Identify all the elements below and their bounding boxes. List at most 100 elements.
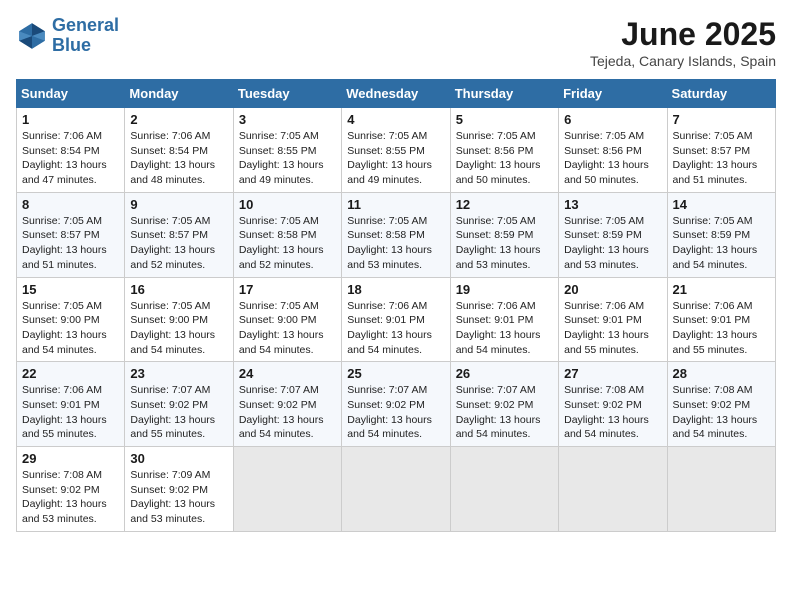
calendar-cell: 9 Sunrise: 7:05 AMSunset: 8:57 PMDaylight… bbox=[125, 192, 233, 277]
day-header-sunday: Sunday bbox=[17, 80, 125, 108]
calendar-cell: 12 Sunrise: 7:05 AMSunset: 8:59 PMDayligh… bbox=[450, 192, 558, 277]
day-header-wednesday: Wednesday bbox=[342, 80, 450, 108]
day-number: 12 bbox=[456, 197, 553, 212]
calendar-week-5: 29Sunrise: 7:08 AMSunset: 9:02 PMDayligh… bbox=[17, 447, 776, 532]
day-number: 27 bbox=[564, 366, 661, 381]
month-title: June 2025 bbox=[590, 16, 776, 53]
calendar-cell: 3 Sunrise: 7:05 AMSunset: 8:55 PMDaylight… bbox=[233, 108, 341, 193]
day-info: Sunrise: 7:05 AMSunset: 8:58 PMDaylight:… bbox=[347, 214, 444, 273]
day-number: 7 bbox=[673, 112, 770, 127]
day-number: 3 bbox=[239, 112, 336, 127]
day-header-tuesday: Tuesday bbox=[233, 80, 341, 108]
day-number: 19 bbox=[456, 282, 553, 297]
calendar-cell: 18 Sunrise: 7:06 AMSunset: 9:01 PMDayligh… bbox=[342, 277, 450, 362]
calendar-week-1: 1 Sunrise: 7:06 AMSunset: 8:54 PMDaylight… bbox=[17, 108, 776, 193]
calendar-cell bbox=[233, 447, 341, 532]
calendar-cell: 13 Sunrise: 7:05 AMSunset: 8:59 PMDayligh… bbox=[559, 192, 667, 277]
calendar-cell: 7 Sunrise: 7:05 AMSunset: 8:57 PMDaylight… bbox=[667, 108, 775, 193]
day-number: 22 bbox=[22, 366, 119, 381]
day-number: 25 bbox=[347, 366, 444, 381]
calendar-cell: 17Sunrise: 7:05 AMSunset: 9:00 PMDayligh… bbox=[233, 277, 341, 362]
calendar-cell: 10Sunrise: 7:05 AMSunset: 8:58 PMDayligh… bbox=[233, 192, 341, 277]
day-info: Sunrise: 7:06 AMSunset: 9:01 PMDaylight:… bbox=[456, 299, 553, 358]
day-number: 1 bbox=[22, 112, 119, 127]
calendar-cell: 26 Sunrise: 7:07 AMSunset: 9:02 PMDayligh… bbox=[450, 362, 558, 447]
day-info: Sunrise: 7:08 AMSunset: 9:02 PMDaylight:… bbox=[564, 383, 661, 442]
day-info: Sunrise: 7:05 AMSunset: 8:59 PMDaylight:… bbox=[456, 214, 553, 273]
day-header-friday: Friday bbox=[559, 80, 667, 108]
day-number: 13 bbox=[564, 197, 661, 212]
day-number: 16 bbox=[130, 282, 227, 297]
day-number: 11 bbox=[347, 197, 444, 212]
day-number: 26 bbox=[456, 366, 553, 381]
calendar-cell bbox=[342, 447, 450, 532]
day-info: Sunrise: 7:06 AMSunset: 8:54 PMDaylight:… bbox=[22, 129, 119, 188]
calendar-cell: 2 Sunrise: 7:06 AMSunset: 8:54 PMDaylight… bbox=[125, 108, 233, 193]
day-info: Sunrise: 7:05 AMSunset: 9:00 PMDaylight:… bbox=[239, 299, 336, 358]
day-number: 28 bbox=[673, 366, 770, 381]
day-info: Sunrise: 7:05 AMSunset: 8:57 PMDaylight:… bbox=[130, 214, 227, 273]
day-number: 10 bbox=[239, 197, 336, 212]
calendar-cell: 6Sunrise: 7:05 AMSunset: 8:56 PMDaylight… bbox=[559, 108, 667, 193]
day-number: 24 bbox=[239, 366, 336, 381]
day-number: 18 bbox=[347, 282, 444, 297]
location-title: Tejeda, Canary Islands, Spain bbox=[590, 53, 776, 69]
day-header-saturday: Saturday bbox=[667, 80, 775, 108]
calendar-cell: 29Sunrise: 7:08 AMSunset: 9:02 PMDayligh… bbox=[17, 447, 125, 532]
day-number: 20 bbox=[564, 282, 661, 297]
day-info: Sunrise: 7:08 AMSunset: 9:02 PMDaylight:… bbox=[22, 468, 119, 527]
day-number: 21 bbox=[673, 282, 770, 297]
day-number: 9 bbox=[130, 197, 227, 212]
day-info: Sunrise: 7:07 AMSunset: 9:02 PMDaylight:… bbox=[456, 383, 553, 442]
day-info: Sunrise: 7:05 AMSunset: 8:55 PMDaylight:… bbox=[347, 129, 444, 188]
calendar-cell: 5 Sunrise: 7:05 AMSunset: 8:56 PMDaylight… bbox=[450, 108, 558, 193]
day-info: Sunrise: 7:05 AMSunset: 9:00 PMDaylight:… bbox=[130, 299, 227, 358]
logo-text: General Blue bbox=[52, 16, 119, 56]
calendar-cell: 19 Sunrise: 7:06 AMSunset: 9:01 PMDayligh… bbox=[450, 277, 558, 362]
calendar-cell: 25 Sunrise: 7:07 AMSunset: 9:02 PMDayligh… bbox=[342, 362, 450, 447]
calendar-cell: 24 Sunrise: 7:07 AMSunset: 9:02 PMDayligh… bbox=[233, 362, 341, 447]
day-header-monday: Monday bbox=[125, 80, 233, 108]
calendar-cell: 8 Sunrise: 7:05 AMSunset: 8:57 PMDaylight… bbox=[17, 192, 125, 277]
day-info: Sunrise: 7:08 AMSunset: 9:02 PMDaylight:… bbox=[673, 383, 770, 442]
day-number: 14 bbox=[673, 197, 770, 212]
calendar-cell: 16 Sunrise: 7:05 AMSunset: 9:00 PMDayligh… bbox=[125, 277, 233, 362]
calendar-cell bbox=[450, 447, 558, 532]
calendar-week-4: 22 Sunrise: 7:06 AMSunset: 9:01 PMDayligh… bbox=[17, 362, 776, 447]
calendar-cell: 14 Sunrise: 7:05 AMSunset: 8:59 PMDayligh… bbox=[667, 192, 775, 277]
day-number: 30 bbox=[130, 451, 227, 466]
calendar-cell: 23 Sunrise: 7:07 AMSunset: 9:02 PMDayligh… bbox=[125, 362, 233, 447]
day-info: Sunrise: 7:05 AMSunset: 8:59 PMDaylight:… bbox=[564, 214, 661, 273]
day-number: 23 bbox=[130, 366, 227, 381]
calendar-week-2: 8 Sunrise: 7:05 AMSunset: 8:57 PMDaylight… bbox=[17, 192, 776, 277]
calendar-cell: 30Sunrise: 7:09 AMSunset: 9:02 PMDayligh… bbox=[125, 447, 233, 532]
day-info: Sunrise: 7:05 AMSunset: 8:55 PMDaylight:… bbox=[239, 129, 336, 188]
logo-icon bbox=[16, 20, 48, 52]
calendar-cell bbox=[559, 447, 667, 532]
day-header-thursday: Thursday bbox=[450, 80, 558, 108]
day-number: 5 bbox=[456, 112, 553, 127]
day-info: Sunrise: 7:06 AMSunset: 9:01 PMDaylight:… bbox=[347, 299, 444, 358]
day-info: Sunrise: 7:05 AMSunset: 8:57 PMDaylight:… bbox=[673, 129, 770, 188]
calendar-header-row: SundayMondayTuesdayWednesdayThursdayFrid… bbox=[17, 80, 776, 108]
day-info: Sunrise: 7:06 AMSunset: 9:01 PMDaylight:… bbox=[673, 299, 770, 358]
calendar-cell: 22 Sunrise: 7:06 AMSunset: 9:01 PMDayligh… bbox=[17, 362, 125, 447]
day-info: Sunrise: 7:05 AMSunset: 8:57 PMDaylight:… bbox=[22, 214, 119, 273]
day-info: Sunrise: 7:05 AMSunset: 8:56 PMDaylight:… bbox=[456, 129, 553, 188]
day-number: 4 bbox=[347, 112, 444, 127]
logo: General Blue bbox=[16, 16, 119, 56]
day-info: Sunrise: 7:05 AMSunset: 8:59 PMDaylight:… bbox=[673, 214, 770, 273]
day-info: Sunrise: 7:07 AMSunset: 9:02 PMDaylight:… bbox=[347, 383, 444, 442]
calendar-cell: 20Sunrise: 7:06 AMSunset: 9:01 PMDayligh… bbox=[559, 277, 667, 362]
day-info: Sunrise: 7:07 AMSunset: 9:02 PMDaylight:… bbox=[239, 383, 336, 442]
calendar-cell bbox=[667, 447, 775, 532]
day-number: 2 bbox=[130, 112, 227, 127]
day-number: 8 bbox=[22, 197, 119, 212]
day-info: Sunrise: 7:07 AMSunset: 9:02 PMDaylight:… bbox=[130, 383, 227, 442]
calendar-cell: 11 Sunrise: 7:05 AMSunset: 8:58 PMDayligh… bbox=[342, 192, 450, 277]
day-info: Sunrise: 7:06 AMSunset: 9:01 PMDaylight:… bbox=[22, 383, 119, 442]
calendar-cell: 27 Sunrise: 7:08 AMSunset: 9:02 PMDayligh… bbox=[559, 362, 667, 447]
calendar-week-3: 15Sunrise: 7:05 AMSunset: 9:00 PMDayligh… bbox=[17, 277, 776, 362]
day-info: Sunrise: 7:06 AMSunset: 8:54 PMDaylight:… bbox=[130, 129, 227, 188]
calendar-cell: 28 Sunrise: 7:08 AMSunset: 9:02 PMDayligh… bbox=[667, 362, 775, 447]
